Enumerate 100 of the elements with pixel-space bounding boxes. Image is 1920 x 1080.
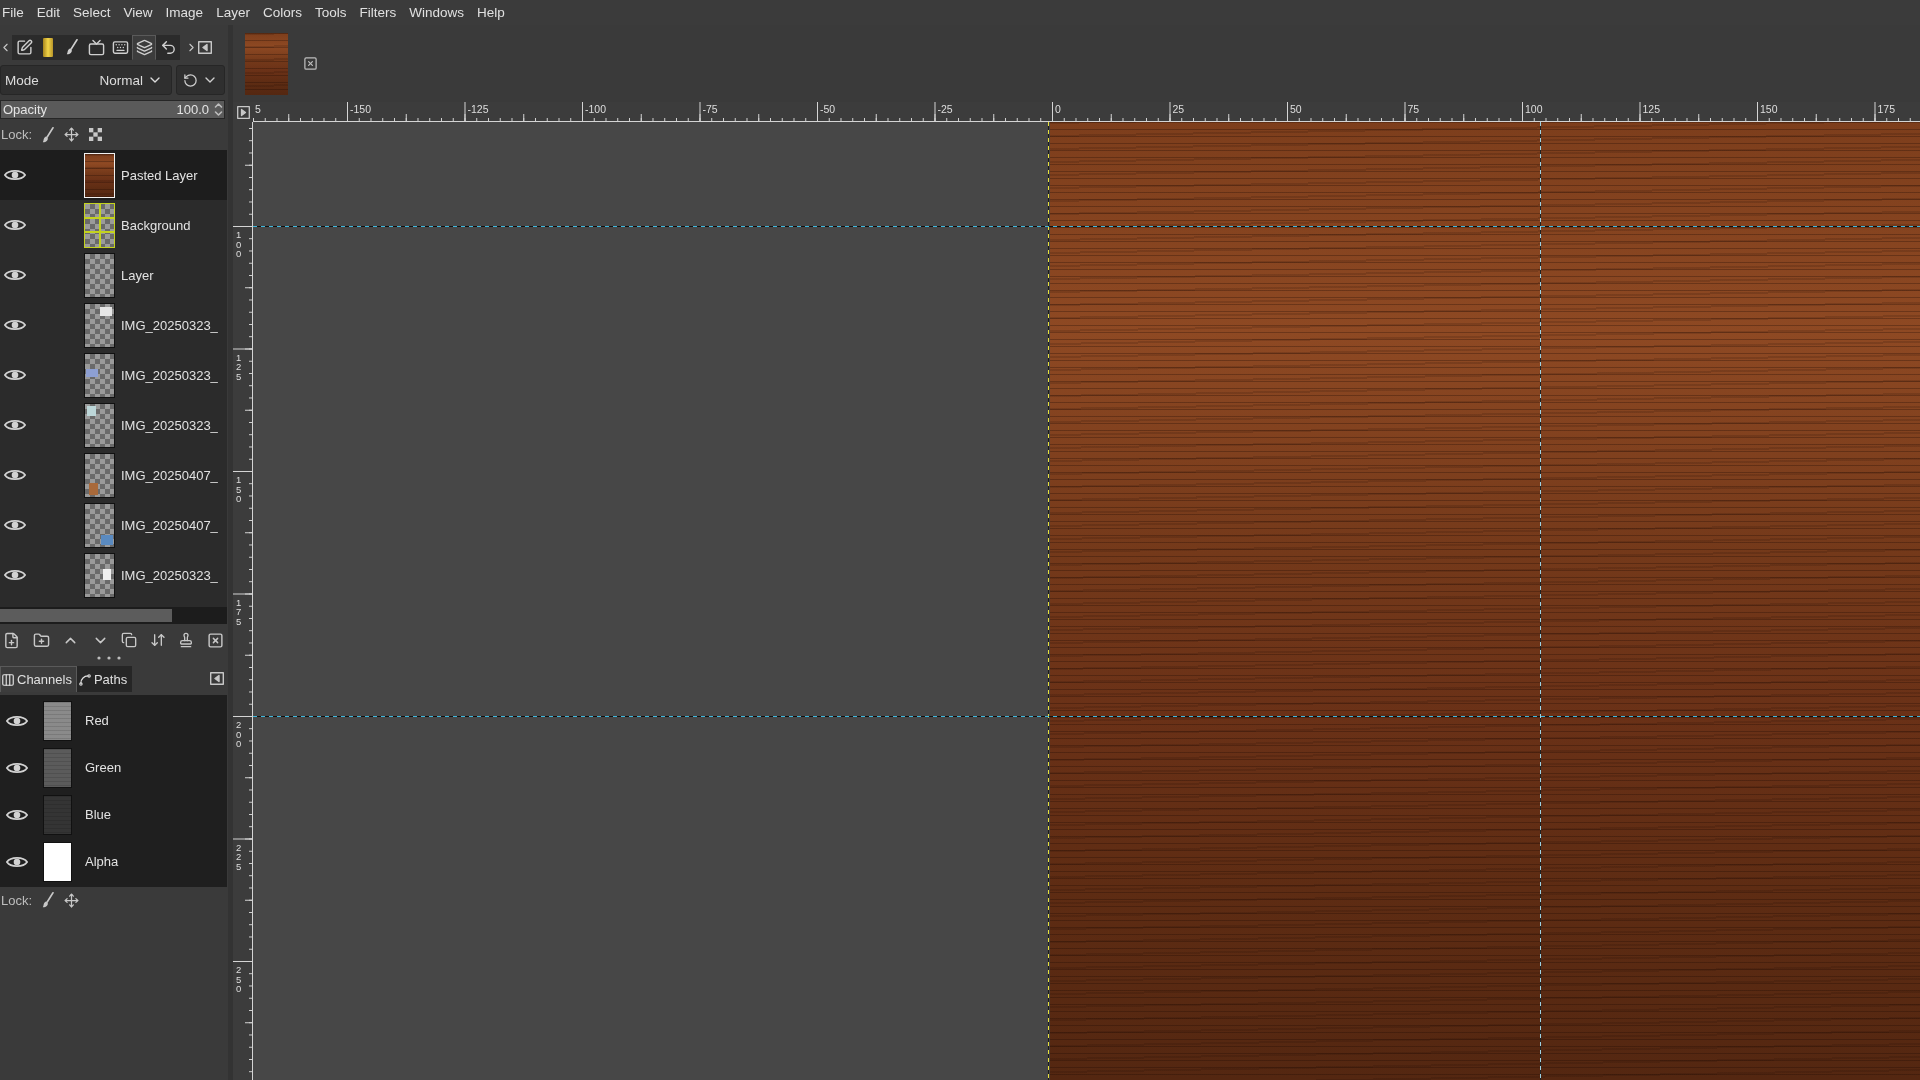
channel-name: Red	[85, 713, 109, 728]
move-icon[interactable]	[64, 892, 80, 908]
ruler-label: 50	[1290, 104, 1302, 115]
dock-tab[interactable]	[108, 34, 132, 60]
brush-icon	[66, 39, 78, 55]
panel-tab[interactable]: Paths	[76, 666, 133, 692]
layers-icon	[135, 38, 153, 56]
horizontal-scrollbar[interactable]	[0, 607, 227, 624]
ruler-label: 0	[1055, 104, 1061, 115]
stamp-icon[interactable]	[178, 632, 195, 648]
tv-icon	[87, 38, 105, 56]
layer-thumbnail	[84, 352, 115, 398]
tab-menu-icon[interactable]	[210, 671, 224, 685]
ruler-menu-icon[interactable]	[236, 105, 250, 119]
channel-thumbnail	[43, 700, 72, 741]
channel-name: Blue	[85, 807, 112, 822]
ruler-label: 175	[236, 597, 243, 626]
eye-icon[interactable]	[4, 368, 26, 382]
panel-tab[interactable]: Channels	[0, 666, 77, 692]
layer-thumbnail	[84, 152, 115, 198]
menu-item[interactable]: View	[117, 3, 160, 22]
eye-icon[interactable]	[4, 318, 26, 332]
channel-thumbnail	[43, 747, 72, 788]
menu-item[interactable]: Tools	[308, 3, 353, 22]
tab-menu-icon[interactable]	[198, 40, 212, 54]
menu-item[interactable]: Colors	[256, 3, 309, 22]
image-thumbnail[interactable]	[245, 32, 288, 95]
eye-icon[interactable]	[4, 168, 26, 182]
ruler-label: 150	[236, 475, 243, 504]
scrollbar-thumb[interactable]	[0, 609, 172, 622]
ruler-label: 150	[1760, 104, 1778, 115]
layer-thumbnail	[84, 302, 115, 348]
layer-thumbnail	[84, 552, 115, 598]
eye-icon[interactable]	[4, 468, 26, 482]
channel-name: Green	[85, 760, 122, 775]
dock-tab[interactable]	[12, 34, 36, 60]
eye-icon[interactable]	[6, 713, 28, 728]
layer-thumbnail	[84, 452, 115, 498]
layer-thumbnail	[84, 252, 115, 298]
layer-name: Layer	[121, 267, 154, 283]
menu-item[interactable]: File	[0, 3, 31, 22]
checkerboard-icon[interactable]	[89, 128, 103, 141]
eye-icon[interactable]	[6, 807, 28, 822]
eye-icon[interactable]	[6, 854, 28, 869]
sort-arrows-icon[interactable]	[149, 632, 166, 648]
layer-name: IMG_20250323_	[121, 567, 218, 583]
ruler-label: 100	[236, 230, 243, 259]
pen-square-icon	[15, 38, 33, 56]
menu-item[interactable]: Windows	[402, 3, 471, 22]
columns-icon	[1, 672, 15, 687]
grip-icon[interactable]	[97, 656, 121, 660]
delete-icon[interactable]	[206, 631, 224, 649]
dock-tab[interactable]	[132, 34, 156, 60]
gradient-bar-icon	[43, 37, 53, 57]
eye-icon[interactable]	[4, 218, 26, 232]
reset-button[interactable]	[176, 65, 225, 95]
ruler-label: 75	[1407, 104, 1420, 115]
eye-icon[interactable]	[4, 518, 26, 532]
menu-item[interactable]: Help	[470, 3, 512, 22]
ruler-label: 25	[1172, 104, 1185, 115]
dock-tab[interactable]	[156, 34, 180, 60]
layer-name: IMG_20250323_	[121, 417, 218, 433]
brush-icon[interactable]	[42, 892, 55, 908]
ruler-label: -100	[585, 104, 606, 115]
opacity-slider[interactable]: Opacity 100.0	[0, 100, 225, 119]
copy-icon[interactable]	[121, 632, 138, 648]
layer-name: IMG_20250323_	[121, 317, 218, 333]
eye-icon[interactable]	[4, 418, 26, 432]
ruler-label: 5	[255, 104, 261, 115]
eye-icon[interactable]	[4, 568, 26, 582]
mode-value: Normal	[99, 72, 143, 88]
close-icon[interactable]	[303, 56, 318, 71]
layer-name: Background	[121, 217, 191, 233]
opacity-value: 100.0	[176, 102, 209, 117]
brush-icon[interactable]	[42, 126, 55, 143]
curve-icon	[77, 672, 92, 687]
move-icon[interactable]	[64, 127, 80, 142]
mode-dropdown[interactable]: Mode Normal	[0, 65, 172, 95]
layer-name: Pasted Layer	[121, 167, 198, 183]
channel-thumbnail	[43, 841, 72, 882]
ruler-label: 175	[1877, 104, 1896, 115]
menu-item[interactable]: Edit	[30, 3, 67, 22]
folder-plus-icon[interactable]	[32, 631, 50, 649]
eye-icon[interactable]	[6, 760, 28, 775]
layer-thumbnail	[84, 502, 115, 548]
layer-row[interactable]: Pasted Layer	[0, 150, 227, 200]
ruler-label: -25	[937, 104, 953, 115]
ruler-label: 125	[236, 352, 243, 381]
layer-name: IMG_20250323_	[121, 367, 218, 383]
ruler-label: -75	[702, 104, 718, 115]
mode-label: Mode	[5, 72, 39, 88]
menu-item[interactable]: Filters	[352, 3, 403, 22]
channel-thumbnail	[43, 794, 72, 835]
file-plus-icon[interactable]	[3, 631, 20, 649]
menu-item[interactable]: Layer	[209, 3, 257, 22]
menu-item[interactable]: Select	[66, 3, 118, 22]
reset-icon	[183, 72, 198, 88]
eye-icon[interactable]	[4, 268, 26, 282]
undo-icon	[159, 38, 177, 56]
menu-item[interactable]: Image	[159, 3, 210, 22]
